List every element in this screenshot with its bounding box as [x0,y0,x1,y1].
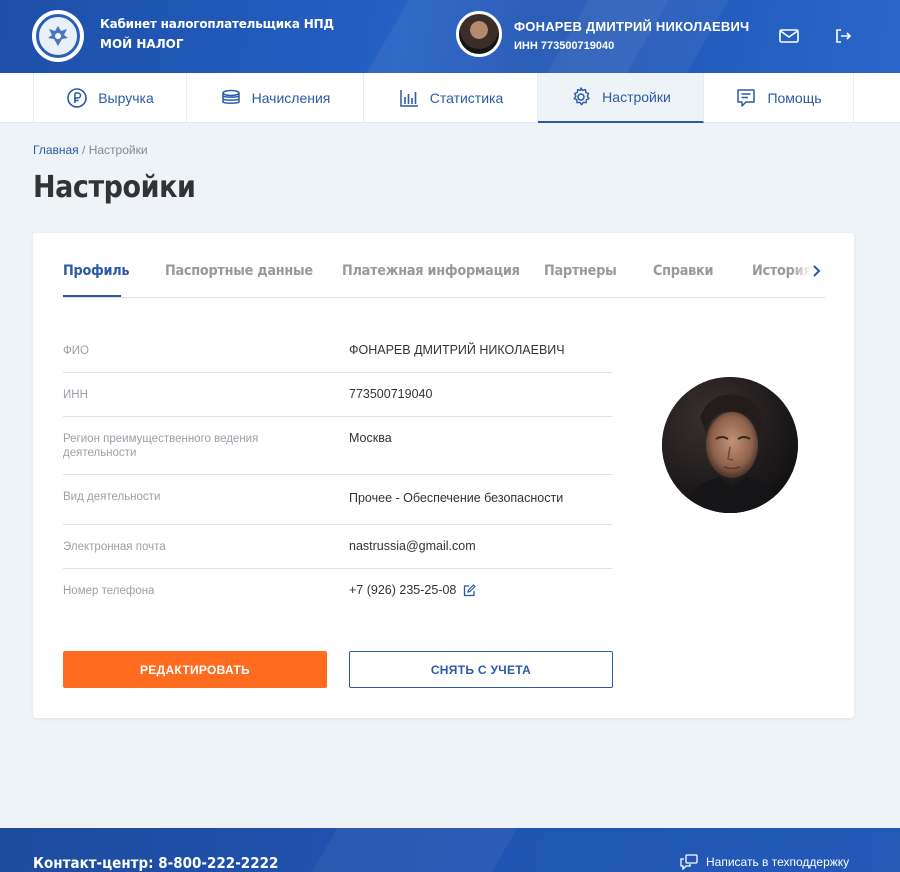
footer: Контакт-центр: 8-800-222-2222 Написать в… [0,828,900,872]
profile-row-inn: ИНН 773500719040 [63,373,612,417]
field-label: ИНН [63,389,88,401]
support-link[interactable]: Написать в техподдержку [680,854,849,870]
help-icon [737,89,756,107]
stats-icon [399,90,418,107]
chevron-right-icon[interactable] [811,264,823,278]
profile-row-fio: ФИО ФОНАРЕВ ДМИТРИЙ НИКОЛАЕВИЧ [63,328,612,373]
profile-row-phone: Номер телефона +7 (926) 235-25-08 [63,569,612,613]
nav-item-statistics[interactable]: Статистика [364,73,538,123]
fns-logo[interactable] [32,10,84,62]
breadcrumb-separator: / [82,143,86,157]
user-avatar[interactable] [456,11,502,57]
field-value: Прочее - Обеспечение безопасности [349,491,564,505]
edit-phone-icon[interactable] [463,584,476,597]
main-nav: Выручка Начисления Статистика Настройки … [0,73,900,123]
nav-item-label: Помощь [767,90,822,106]
field-label: Номер телефона [63,585,155,597]
coins-icon [221,89,240,104]
footer-decoration [291,828,529,872]
gear-icon [573,87,590,106]
nav-item-accruals[interactable]: Начисления [187,73,364,123]
breadcrumb: Главная / Настройки [33,143,148,157]
field-value: nastrussia@gmail.com [349,539,476,553]
tab-certificates[interactable]: Справки [653,263,714,279]
nav-item-settings[interactable]: Настройки [538,73,704,123]
brand-line-1: Кабинет налогоплательщика НПД [100,17,334,31]
nav-item-revenue[interactable]: Выручка [33,73,187,123]
logout-icon[interactable] [832,25,854,47]
profile-row-activity: Вид деятельности Прочее - Обеспечение бе… [63,475,612,525]
breadcrumb-home[interactable]: Главная [33,143,79,157]
field-value: ФОНАРЕВ ДМИТРИЙ НИКОЛАЕВИЧ [349,343,565,357]
nav-item-label: Статистика [429,90,504,106]
chat-icon [680,854,698,870]
profile-row-email: Электронная почта nastrussia@gmail.com [63,525,612,569]
tab-profile[interactable]: Профиль [63,263,130,279]
brand-line-2: МОЙ НАЛОГ [100,37,184,51]
settings-card: Профиль Паспортные данные Платежная инфо… [33,233,854,718]
profile-photo [662,377,798,513]
field-label: Вид деятельности [63,491,161,503]
nav-item-label: Выручка [98,90,154,106]
edit-button[interactable]: РЕДАКТИРОВАТЬ [63,651,327,688]
field-value: Москва [349,431,392,445]
unregister-button[interactable]: СНЯТЬ С УЧЕТА [349,651,613,688]
tab-partners[interactable]: Партнеры [544,263,617,279]
field-value: 773500719040 [349,387,433,401]
support-label: Написать в техподдержку [706,855,850,869]
tab-payment-info[interactable]: Платежная информация [342,263,520,279]
breadcrumb-current: Настройки [88,143,148,157]
mail-icon[interactable] [778,25,800,47]
user-inn: ИНН 773500719040 [514,40,615,52]
settings-tabs: Профиль Паспортные данные Платежная инфо… [63,261,825,298]
ruble-icon [67,88,88,108]
brand-title[interactable]: Кабинет налогоплательщика НПД МОЙ НАЛОГ [100,17,334,51]
nav-item-help[interactable]: Помощь [704,73,854,123]
user-info[interactable]: ФОНАРЕВ ДМИТРИЙ НИКОЛАЕВИЧ ИНН 773500719… [514,19,749,52]
nav-item-label: Настройки [602,89,671,105]
eagle-emblem-icon [36,14,80,58]
tab-passport[interactable]: Паспортные данные [165,263,313,279]
contact-center[interactable]: Контакт-центр: 8-800-222-2222 [33,854,278,872]
field-label: ФИО [63,345,89,357]
field-value: +7 (926) 235-25-08 [349,583,457,597]
field-label: Регион преимущественного ведения деятель… [63,433,259,459]
field-label: Электронная почта [63,541,166,553]
nav-item-label: Начисления [251,90,331,106]
user-name: ФОНАРЕВ ДМИТРИЙ НИКОЛАЕВИЧ [514,19,750,34]
header: Кабинет налогоплательщика НПД МОЙ НАЛОГ … [0,0,900,73]
page-title: Настройки [33,170,196,205]
profile-row-region: Регион преимущественного ведения деятель… [63,417,612,475]
active-tab-indicator [63,295,121,297]
